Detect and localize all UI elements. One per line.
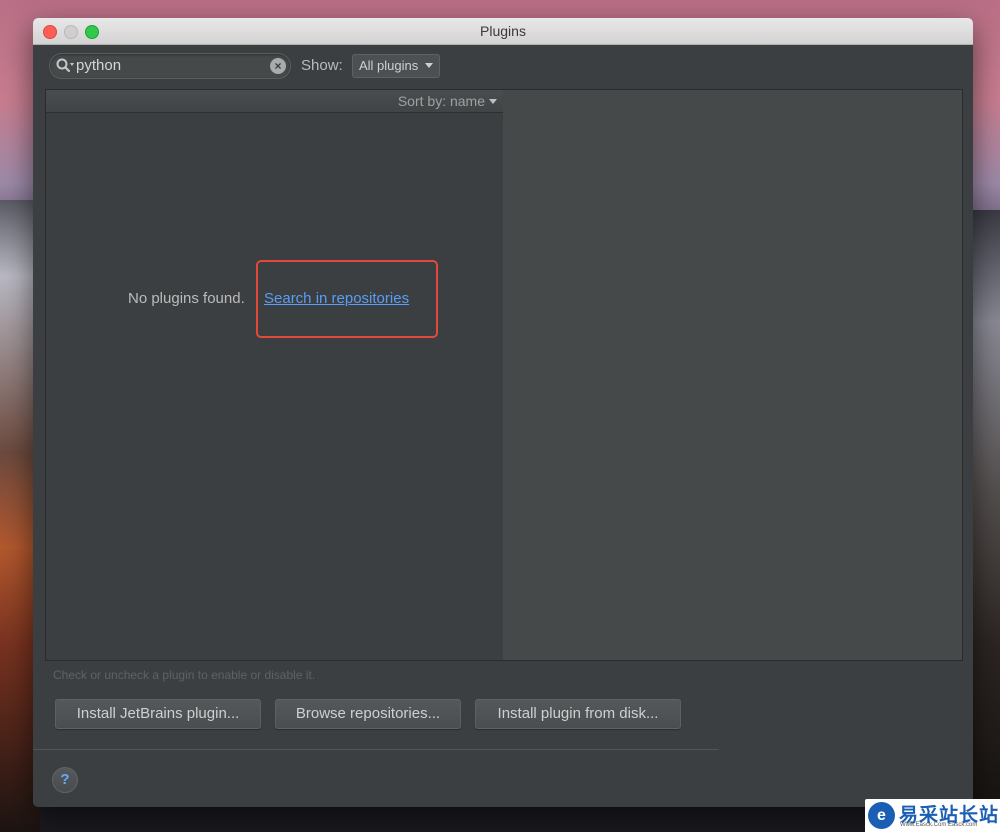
clear-icon[interactable]: ×	[270, 58, 286, 74]
watermark-subtext: Www.Easck.Com Easck.com	[900, 822, 978, 828]
site-watermark: e 易采站长站 Www.Easck.Com Easck.com	[865, 799, 1000, 832]
plugins-window: Plugins python × Show: All plugins Sort …	[33, 18, 973, 807]
search-icon[interactable]	[55, 57, 75, 75]
show-filter-label: Show:	[301, 57, 343, 74]
footer-divider	[33, 749, 719, 750]
plugin-list-panel[interactable]: Sort by: name No plugins found. Search i…	[45, 89, 504, 661]
search-input[interactable]: python	[76, 57, 121, 74]
title-bar[interactable]: Plugins	[33, 18, 973, 45]
sort-by-label[interactable]: Sort by: name	[398, 93, 485, 109]
sort-header[interactable]: Sort by: name	[46, 90, 503, 113]
annotation-highlight-box	[256, 260, 438, 338]
plugin-details-panel	[503, 89, 963, 661]
no-plugins-text: No plugins found.	[128, 290, 245, 307]
install-from-disk-button[interactable]: Install plugin from disk...	[475, 699, 681, 729]
watermark-logo-icon: e	[868, 802, 895, 829]
enable-disable-hint: Check or uncheck a plugin to enable or d…	[53, 668, 316, 682]
desktop-wallpaper-right	[970, 210, 1000, 832]
install-jetbrains-plugin-button[interactable]: Install JetBrains plugin...	[55, 699, 261, 729]
help-icon[interactable]: ?	[52, 767, 78, 793]
window-title: Plugins	[480, 23, 526, 39]
show-filter-dropdown[interactable]: All plugins	[352, 54, 440, 78]
chevron-down-icon[interactable]	[489, 99, 497, 104]
show-filter-value: All plugins	[359, 58, 419, 73]
plugin-search-field[interactable]: python ×	[49, 53, 291, 79]
browse-repositories-button[interactable]: Browse repositories...	[275, 699, 461, 729]
chevron-down-icon	[425, 63, 433, 68]
